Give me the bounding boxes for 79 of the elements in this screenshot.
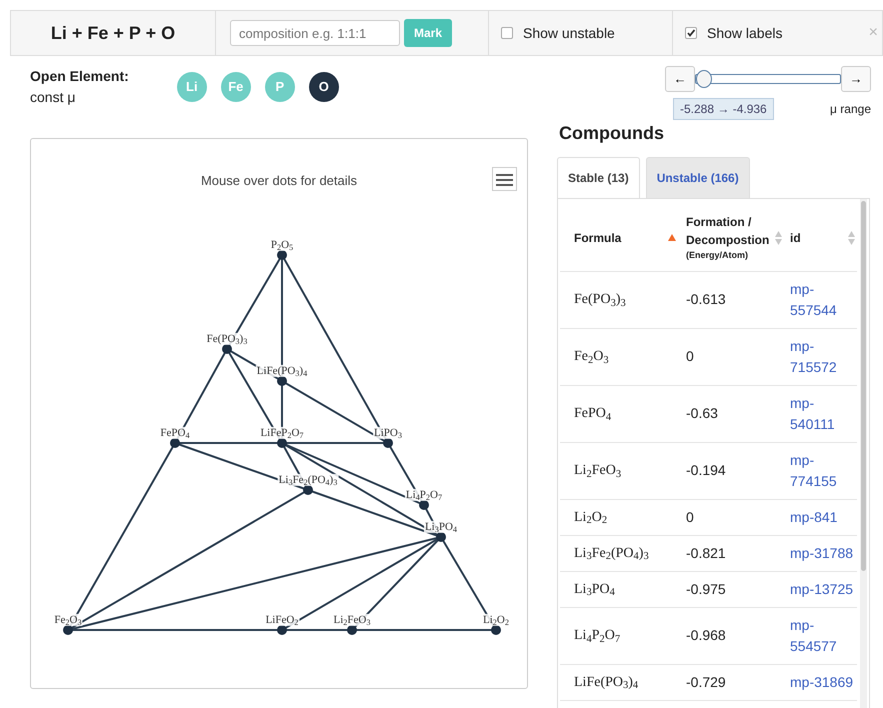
range-readout: -5.288 → -4.936: [673, 98, 774, 120]
phase-dot[interactable]: [419, 500, 429, 510]
phase-label: Fe$_{2}$O$_{3}$: [53, 614, 83, 626]
phase-label: Li$_{2}$FeO$_{3}$: [332, 614, 372, 626]
phase-label: FePO$_{4}$: [159, 426, 191, 439]
id-link[interactable]: mp-715572: [790, 336, 855, 378]
phase-label: P$_{2}$O$_{5}$: [270, 238, 294, 251]
phase-label: LiPO$_{3}$: [373, 426, 403, 439]
phase-label: Li$_{3}$Fe$_{2}$(PO$_{4}$)$_{3}$: [278, 474, 338, 486]
toggle-label: Show labels: [707, 24, 782, 42]
column-title: id: [790, 230, 802, 247]
phase-label: Fe(PO$_{3}$)$_{3}$: [206, 332, 248, 345]
formula-cell: LiFe(PO$_{3}$)$_{4}$: [560, 664, 678, 700]
phase-dot[interactable]: [383, 438, 393, 448]
column-subtitle: (Energy/Atom): [686, 249, 750, 262]
energy-cell: -0.975: [678, 571, 784, 607]
energy-cell: -0.613: [678, 271, 784, 328]
phase-dot[interactable]: [222, 344, 232, 354]
tab[interactable]: Stable (13): [557, 157, 640, 198]
energy-cell: 0: [678, 328, 784, 385]
toggle-label: Show unstable: [523, 24, 615, 42]
id-link[interactable]: mp-557544: [790, 278, 855, 320]
id-link[interactable]: mp-13725: [790, 578, 854, 600]
id-link[interactable]: mp-841: [790, 506, 838, 528]
const-mu-label: const μ: [30, 88, 76, 107]
phase-dot[interactable]: [303, 485, 313, 495]
formula-cell: FePO$_{4}$: [560, 385, 678, 442]
formula-cell: Li$_{3}$PO$_{4}$: [560, 571, 678, 607]
menu-button[interactable]: [492, 167, 517, 191]
phase-label: LiFeP$_{2}$O$_{7}$: [259, 426, 305, 439]
phase-dot[interactable]: [277, 250, 287, 260]
decrease-button[interactable]: ←: [665, 66, 695, 92]
phase-dot[interactable]: [277, 438, 287, 448]
checkbox[interactable]: [501, 27, 513, 39]
open-element-label: Open Element:: [30, 67, 129, 86]
phase-dot[interactable]: [491, 625, 501, 635]
menu-icon: [496, 174, 513, 186]
range-label: μ range: [830, 101, 871, 118]
phase-label: Li$_{3}$PO$_{4}$: [424, 520, 458, 533]
energy-cell: -0.63: [678, 385, 784, 442]
phase-label: LiFe(PO$_{3}$)$_{4}$: [256, 364, 308, 377]
checkbox[interactable]: [685, 27, 697, 39]
element-button[interactable]: O: [308, 72, 339, 102]
phase-label: LiFeO$_{2}$: [264, 614, 300, 626]
energy-cell: -0.968: [678, 607, 784, 664]
id-link[interactable]: mp-540111: [790, 392, 855, 434]
diagram-hint: Mouse over dots for details: [200, 172, 358, 190]
increase-button[interactable]: →: [841, 66, 871, 92]
id-link[interactable]: mp-554577: [790, 614, 855, 656]
formula-cell: Li$_{2}$O$_{2}$: [560, 499, 678, 535]
formula-cell: Fe$_{2}$O$_{3}$: [560, 328, 678, 385]
scrollbar[interactable]: [860, 199, 867, 708]
sort-ascending-icon[interactable]: [668, 234, 676, 242]
energy-cell: -0.729: [678, 664, 784, 700]
phase-label: Li$_{2}$O$_{2}$: [482, 614, 510, 626]
id-link[interactable]: mp-774155: [790, 450, 855, 492]
formula-cell: Li$_{3}$Fe$_{2}$(PO$_{4}$)$_{3}$: [560, 535, 678, 571]
formula-cell: Fe(PO$_{3}$)$_{3}$: [560, 271, 678, 328]
slider-thumb[interactable]: [696, 70, 712, 88]
phase-dot[interactable]: [347, 625, 357, 635]
phase-dot[interactable]: [277, 376, 287, 386]
column-title: Formation / Decompostion: [686, 214, 770, 249]
system-title: Li + Fe + P + O: [50, 22, 176, 44]
formula-cell: Li$_{4}$P$_{2}$O$_{7}$: [560, 607, 678, 664]
id-link[interactable]: mp-31869: [790, 672, 854, 692]
phase-dot[interactable]: [277, 625, 287, 635]
phase-label: Li$_{4}$P$_{2}$O$_{7}$: [404, 488, 444, 501]
composition-field[interactable]: composition e.g. 1:1:1: [230, 20, 400, 46]
id-link[interactable]: mp-31788: [790, 542, 854, 564]
energy-cell: -0.821: [678, 535, 784, 571]
phase-dot[interactable]: [63, 625, 73, 635]
compounds-heading: Compounds: [559, 122, 665, 145]
phase-dot[interactable]: [170, 438, 180, 448]
formula-cell: Li$_{2}$FeO$_{3}$: [560, 442, 678, 499]
energy-cell: 0: [678, 499, 784, 535]
phase-dot[interactable]: [436, 532, 446, 542]
energy-cell: -0.194: [678, 442, 784, 499]
tab[interactable]: Unstable (166): [646, 157, 750, 198]
column-title: Formula: [574, 230, 622, 247]
